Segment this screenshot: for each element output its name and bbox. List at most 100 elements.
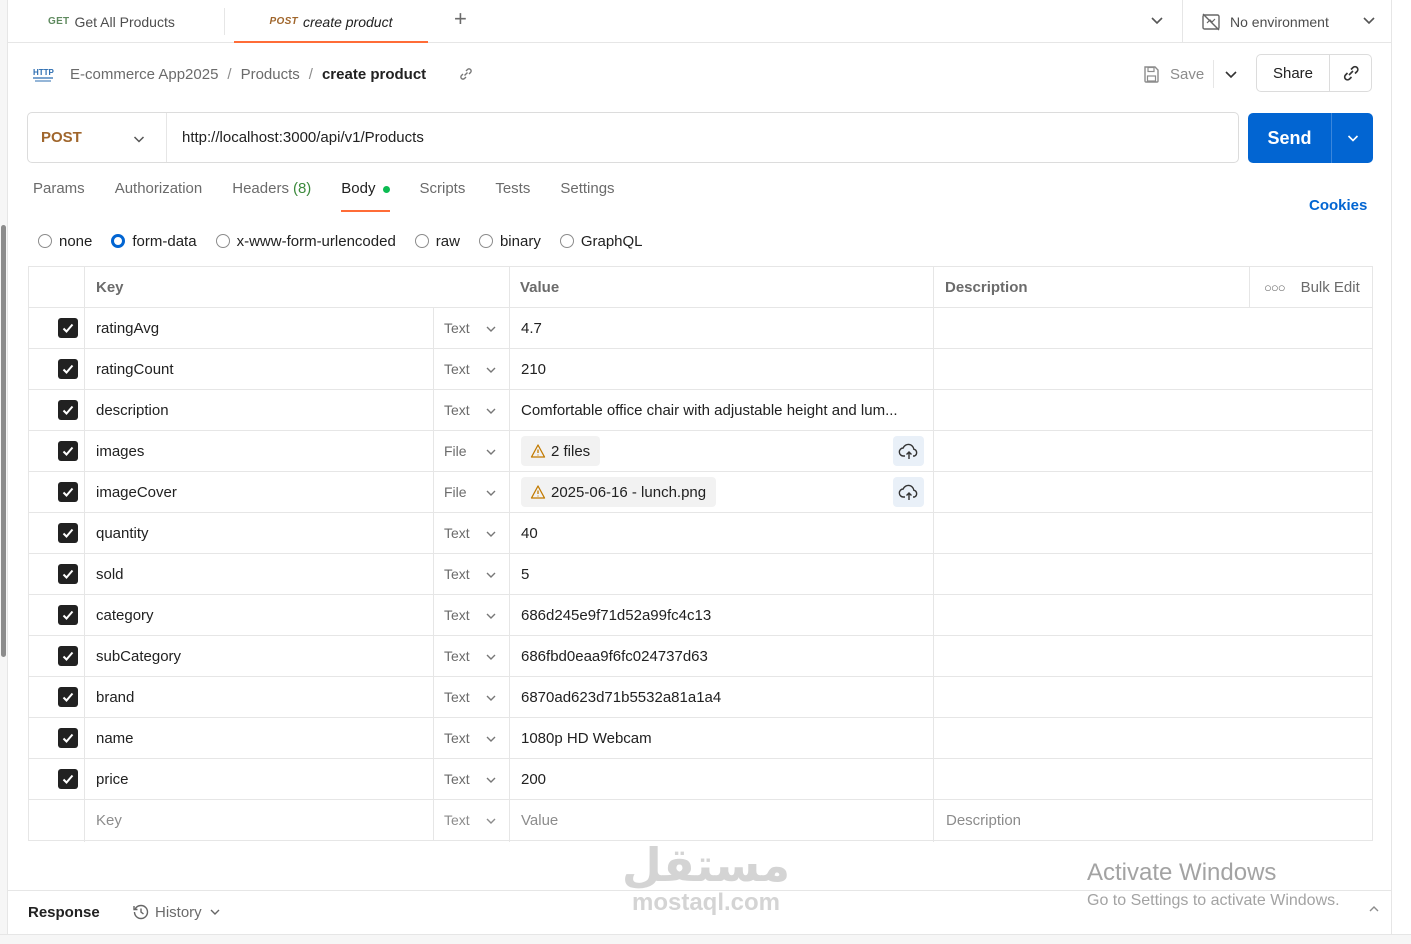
new-key-input[interactable]: Key [96,800,426,840]
tab-tests[interactable]: Tests [495,180,530,212]
tab-scripts[interactable]: Scripts [420,180,466,212]
description-cell[interactable] [946,431,1246,471]
history-button[interactable]: History [131,902,222,922]
type-select[interactable]: Text [444,308,514,348]
method-select[interactable]: POST [28,113,167,162]
radio-raw[interactable]: raw [414,230,460,252]
row-checkbox[interactable] [58,605,78,625]
share-link-icon[interactable] [1330,55,1371,91]
description-cell[interactable] [946,554,1246,594]
type-select[interactable]: Text [444,390,514,430]
key-cell[interactable]: brand [96,677,426,717]
tab-create-product[interactable]: POST create product [234,0,428,43]
environment-selector[interactable]: No environment [1201,0,1329,43]
row-checkbox[interactable] [58,523,78,543]
environment-chevron-down-icon[interactable] [1360,11,1378,32]
file-chip[interactable]: 2 files [521,436,601,466]
type-select[interactable]: Text [444,554,514,594]
type-select[interactable]: Text [444,677,514,717]
description-cell[interactable] [946,759,1246,799]
share-button[interactable]: Share [1257,55,1330,91]
description-cell[interactable] [946,636,1246,676]
tab-params[interactable]: Params [33,180,85,212]
value-cell[interactable]: 686fbd0eaa9f6fc024737d63 [521,636,933,676]
cloud-upload-icon[interactable] [893,477,924,507]
description-cell[interactable] [946,308,1246,348]
key-cell[interactable]: quantity [96,513,426,553]
key-cell[interactable]: category [96,595,426,635]
value-cell[interactable]: 1080p HD Webcam [521,718,933,758]
breadcrumb-current[interactable]: create product [322,66,426,83]
scrollbar-thumb[interactable] [1,225,6,657]
breadcrumb-folder[interactable]: Products [241,66,300,83]
row-checkbox[interactable] [58,359,78,379]
key-cell[interactable]: ratingAvg [96,308,426,348]
value-cell[interactable]: Comfortable office chair with adjustable… [521,390,933,430]
type-select[interactable]: Text [444,759,514,799]
type-select[interactable]: Text [444,636,514,676]
value-cell[interactable]: 686d245e9f71d52a99fc4c13 [521,595,933,635]
value-cell[interactable]: 4.7 [521,308,933,348]
response-label[interactable]: Response [28,904,100,921]
row-checkbox[interactable] [58,441,78,461]
row-checkbox[interactable] [58,646,78,666]
url-input[interactable] [182,129,1182,146]
description-cell[interactable] [946,513,1246,553]
radio-none[interactable]: none [38,230,92,252]
value-cell[interactable]: 6870ad623d71b5532a81a1a4 [521,677,933,717]
description-cell[interactable] [946,349,1246,389]
value-cell[interactable]: 200 [521,759,933,799]
value-cell[interactable]: 210 [521,349,933,389]
tab-authorization[interactable]: Authorization [115,180,203,212]
key-cell[interactable]: images [96,431,426,471]
value-cell[interactable]: 2025-06-16 - lunch.png [521,472,933,512]
send-button[interactable]: Send [1248,113,1332,163]
value-cell[interactable]: 2 files [521,431,933,471]
type-select[interactable]: Text [444,349,514,389]
new-tab-plus-icon[interactable]: + [454,6,467,32]
row-checkbox[interactable] [58,564,78,584]
row-checkbox[interactable] [58,400,78,420]
file-chip[interactable]: 2025-06-16 - lunch.png [521,477,717,507]
key-cell[interactable]: price [96,759,426,799]
key-cell[interactable]: description [96,390,426,430]
description-cell[interactable] [946,595,1246,635]
description-cell[interactable] [946,718,1246,758]
save-options-chevron-down-icon[interactable] [1222,65,1240,86]
row-checkbox[interactable] [58,318,78,338]
key-cell[interactable]: sold [96,554,426,594]
key-cell[interactable]: name [96,718,426,758]
value-cell[interactable]: 5 [521,554,933,594]
copy-link-icon[interactable] [458,66,474,82]
radio-binary[interactable]: binary [478,230,541,252]
key-cell[interactable]: subCategory [96,636,426,676]
send-options-chevron-down-icon[interactable] [1332,113,1373,163]
type-select[interactable]: File [444,472,514,512]
breadcrumb-workspace[interactable]: E-commerce App2025 [70,66,218,83]
new-description-input[interactable]: Description [946,800,1246,840]
tab-get-all-products[interactable]: GET Get All Products [48,0,175,43]
type-select[interactable]: Text [444,718,514,758]
description-cell[interactable] [946,472,1246,512]
save-button[interactable]: Save [1142,60,1204,88]
type-select[interactable]: File [444,431,514,471]
description-cell[interactable] [946,677,1246,717]
row-checkbox[interactable] [58,769,78,789]
radio-form-data[interactable]: form-data [111,230,197,252]
cloud-upload-icon[interactable] [893,436,924,466]
bulk-edit-button[interactable]: ○○○ Bulk Edit [1249,267,1372,307]
tabs-dropdown-chevron-down-icon[interactable] [1148,11,1166,32]
expand-response-chevron-up-icon[interactable] [1367,902,1381,919]
cookies-link[interactable]: Cookies [1309,197,1367,214]
new-type-select[interactable]: Text [444,800,514,840]
tab-headers[interactable]: Headers (8) [232,180,311,212]
tab-settings[interactable]: Settings [560,180,614,212]
description-cell[interactable] [946,390,1246,430]
row-checkbox[interactable] [58,687,78,707]
type-select[interactable]: Text [444,595,514,635]
radio-x-www-form-urlencoded[interactable]: x-www-form-urlencoded [215,230,396,252]
value-cell[interactable]: 40 [521,513,933,553]
radio-graphql[interactable]: GraphQL [559,230,643,252]
type-select[interactable]: Text [444,513,514,553]
tab-body[interactable]: Body [341,180,390,212]
